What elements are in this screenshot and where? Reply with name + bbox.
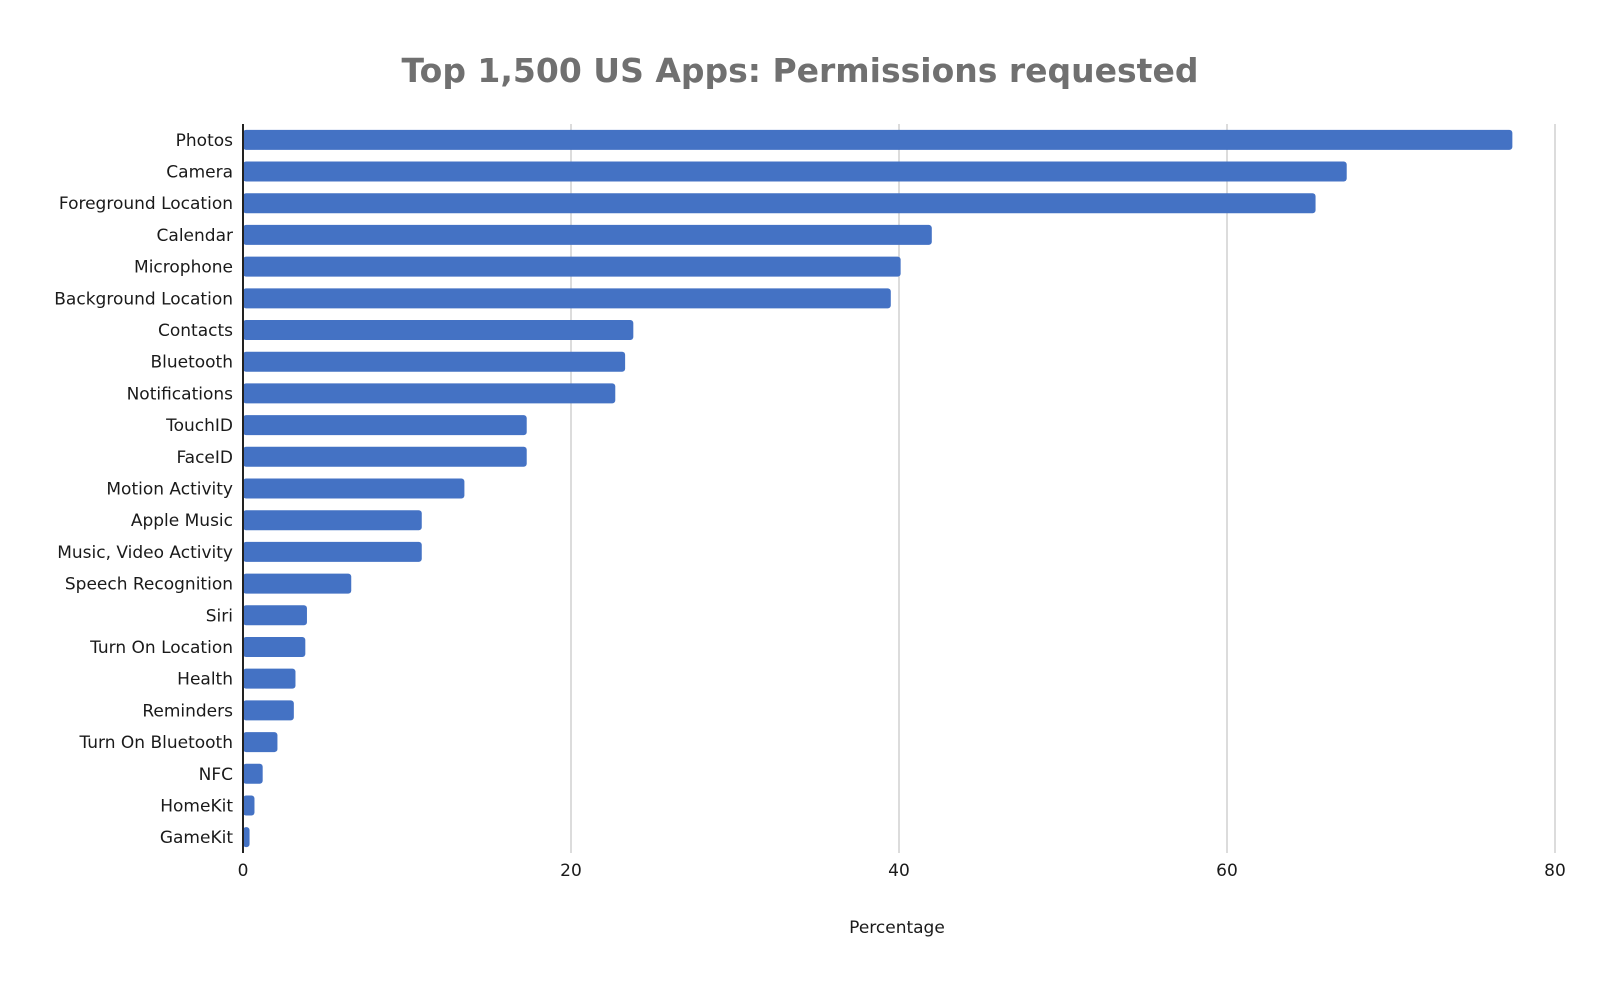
category-label: Siri — [206, 606, 233, 626]
bar — [243, 668, 296, 689]
chart-container: Top 1,500 US Apps: Permissions requested… — [0, 0, 1600, 990]
bar — [243, 193, 1316, 214]
bar — [243, 351, 626, 372]
x-tick-label: 60 — [1216, 861, 1238, 881]
bar — [243, 795, 255, 816]
bar — [243, 510, 422, 531]
category-label: Turn On Bluetooth — [78, 733, 233, 753]
bar-chart: Top 1,500 US Apps: Permissions requested… — [54, 51, 1566, 938]
x-tick-labels: 0 20 40 60 80 — [238, 861, 1566, 881]
bar — [243, 763, 263, 784]
category-label: Bluetooth — [150, 353, 233, 373]
bar — [243, 700, 294, 721]
x-tick-label: 80 — [1544, 861, 1566, 881]
category-label: Health — [177, 670, 233, 690]
bar — [243, 446, 527, 467]
bar — [243, 636, 306, 657]
bar — [243, 605, 307, 626]
category-label: GameKit — [160, 828, 233, 848]
category-labels: Photos Camera Foreground Location Calendar M… — [54, 131, 233, 848]
category-label: Turn On Location — [89, 638, 233, 658]
category-label: TouchID — [165, 416, 233, 436]
category-label: Microphone — [134, 258, 233, 278]
bar — [243, 129, 1513, 150]
category-label: Apple Music — [131, 511, 233, 531]
bar — [243, 288, 891, 309]
bar — [243, 541, 422, 562]
chart-title: Top 1,500 US Apps: Permissions requested — [402, 51, 1199, 90]
bar — [243, 732, 278, 753]
category-label: Motion Activity — [106, 480, 233, 500]
category-label: Notifications — [127, 384, 234, 404]
x-tick-label: 20 — [560, 861, 582, 881]
bar — [243, 573, 352, 594]
bar — [243, 224, 932, 245]
category-label: Background Location — [54, 289, 233, 309]
bar — [243, 256, 901, 277]
category-label: Photos — [176, 131, 233, 151]
category-label: Contacts — [158, 321, 233, 341]
category-label: NFC — [199, 765, 233, 785]
category-label: HomeKit — [160, 796, 233, 816]
category-label: FaceID — [176, 448, 233, 468]
bar — [243, 320, 634, 341]
x-axis-title: Percentage — [849, 918, 945, 938]
bar — [243, 161, 1347, 182]
category-label: Camera — [166, 163, 233, 183]
bar — [243, 383, 616, 404]
category-label: Speech Recognition — [65, 575, 233, 595]
category-label: Foreground Location — [59, 194, 233, 214]
bar — [243, 478, 465, 499]
category-label: Music, Video Activity — [57, 543, 233, 563]
category-label: Calendar — [157, 226, 233, 246]
bar — [243, 415, 527, 436]
category-label: Reminders — [142, 701, 233, 721]
x-tick-label: 40 — [888, 861, 910, 881]
bars — [243, 129, 1513, 848]
x-tick-label: 0 — [238, 861, 249, 881]
